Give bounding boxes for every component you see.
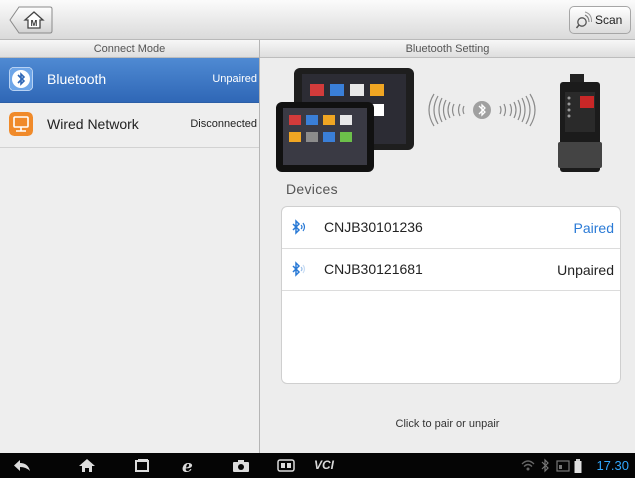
- home-icon: M: [9, 6, 53, 34]
- top-bar: M Scan: [0, 0, 635, 40]
- device-name: CNJB30101236: [324, 219, 423, 235]
- connect-mode-panel: Connect Mode Bluetooth Unpaired Wired Ne…: [0, 40, 259, 453]
- vci-label[interactable]: VCI: [314, 458, 334, 472]
- scan-button[interactable]: Scan: [569, 6, 631, 34]
- home-icon[interactable]: [78, 457, 96, 474]
- scan-button-label: Scan: [595, 13, 623, 27]
- connect-mode-header: Connect Mode: [0, 40, 259, 58]
- wired-network-icon: [9, 112, 33, 136]
- device-row[interactable]: CNJB30121681 Unpaired: [282, 249, 620, 291]
- device-status: Unpaired: [557, 262, 614, 278]
- bluetooth-signal-icon: [292, 219, 306, 235]
- mode-status: Disconnected: [190, 118, 257, 130]
- back-icon[interactable]: [12, 457, 32, 474]
- svg-text:M: M: [31, 19, 38, 28]
- bluetooth-signal-icon: [292, 261, 306, 277]
- home-button[interactable]: M: [9, 6, 53, 34]
- mode-status: Unpaired: [212, 73, 257, 85]
- device-list: CNJB30101236 Paired CNJB30121681 Unpaire…: [281, 206, 621, 384]
- scan-icon: [576, 11, 592, 29]
- system-navigation-bar: e VCI 17.30: [0, 453, 635, 478]
- battery-icon: [574, 457, 582, 474]
- bluetooth-status-icon: [540, 457, 550, 474]
- clock: 17.30: [596, 458, 629, 473]
- bluetooth-icon: [9, 67, 33, 91]
- device-row[interactable]: CNJB30101236 Paired: [282, 207, 620, 249]
- signal-icon: [556, 457, 570, 474]
- mode-item-wired-network[interactable]: Wired Network Disconnected: [0, 103, 259, 148]
- vci-device-illustration: [558, 74, 602, 172]
- device-name: CNJB30121681: [324, 261, 423, 277]
- bluetooth-setting-panel: Bluetooth Setting Devices CNJB30101236 P…: [260, 40, 635, 453]
- camera-icon[interactable]: [232, 457, 250, 474]
- browser-icon[interactable]: e: [181, 457, 199, 474]
- pair-hint-text: Click to pair or unpair: [395, 418, 500, 430]
- mode-item-bluetooth[interactable]: Bluetooth Unpaired: [0, 58, 259, 103]
- mode-name: Wired Network: [47, 116, 139, 132]
- recent-apps-icon[interactable]: [134, 457, 150, 474]
- device-status: Paired: [573, 220, 614, 236]
- svg-text:e: e: [182, 457, 193, 474]
- vci-icon[interactable]: [277, 457, 295, 474]
- wifi-icon: [521, 457, 535, 474]
- bluetooth-setting-header: Bluetooth Setting: [260, 40, 635, 58]
- devices-label: Devices: [286, 181, 338, 197]
- mode-name: Bluetooth: [47, 71, 107, 87]
- tablet-illustration-front: [276, 102, 374, 172]
